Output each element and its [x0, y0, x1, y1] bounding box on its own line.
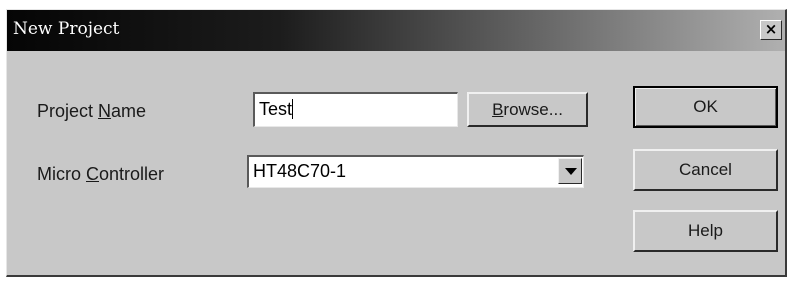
micro-controller-value: HT48C70-1 [253, 161, 347, 181]
text-caret [292, 99, 294, 119]
project-name-value: Test [259, 99, 293, 119]
micro-controller-label: Micro Controller [37, 164, 165, 184]
close-button[interactable]: × [760, 20, 782, 40]
ok-button[interactable]: OK [633, 86, 778, 128]
micro-controller-select[interactable]: HT48C70-1 [247, 155, 584, 188]
cancel-button[interactable]: Cancel [633, 149, 778, 191]
project-name-input[interactable]: Test [253, 92, 458, 127]
new-project-dialog: New Project × Project Name Test Browse..… [6, 9, 787, 277]
browse-button[interactable]: Browse... [467, 92, 588, 127]
project-name-label: Project Name [37, 101, 147, 121]
help-button[interactable]: Help [633, 210, 778, 252]
window-title: New Project [13, 19, 120, 39]
title-bar[interactable]: New Project × [7, 10, 785, 51]
chevron-down-icon [565, 168, 577, 175]
close-icon: × [764, 20, 778, 38]
dropdown-button[interactable] [558, 158, 582, 184]
